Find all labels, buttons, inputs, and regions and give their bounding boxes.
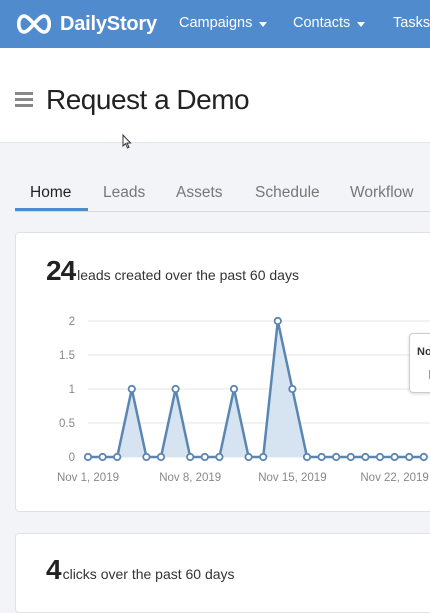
data-point xyxy=(200,452,209,462)
hamburger-menu-icon[interactable] xyxy=(15,92,33,107)
x-tick-label: Nov 1, 2019 xyxy=(57,472,119,484)
tab-leads[interactable]: Leads xyxy=(103,184,145,202)
tab-workflow[interactable]: Workflow xyxy=(350,184,413,202)
chart-tooltip: No xyxy=(409,333,430,393)
data-point xyxy=(244,452,253,462)
data-point xyxy=(405,452,414,462)
page-header: Request a Demo xyxy=(0,48,430,143)
x-tick-label: Nov 8, 2019 xyxy=(159,472,221,484)
y-tick-label: 2 xyxy=(69,316,75,328)
data-point xyxy=(171,384,180,394)
clicks-count: 4 xyxy=(46,554,62,585)
tooltip-title: No xyxy=(417,346,430,358)
clicks-stat: 4 clicks over the past 60 days xyxy=(46,554,235,586)
active-tab-indicator xyxy=(15,208,88,211)
y-tick-label: 1.5 xyxy=(59,350,75,362)
data-point xyxy=(375,452,385,462)
x-tick-label: Nov 22, 2019 xyxy=(360,472,428,484)
tab-home[interactable]: Home xyxy=(30,184,71,202)
data-point xyxy=(98,452,107,462)
data-point xyxy=(259,452,268,462)
data-point xyxy=(273,316,282,326)
chevron-down-icon xyxy=(357,21,366,27)
data-point xyxy=(127,384,136,394)
data-point xyxy=(113,452,122,462)
brand-name: DailyStory xyxy=(60,12,157,35)
y-tick-label: 0.5 xyxy=(59,418,75,430)
nav-contacts-label: Contacts xyxy=(293,15,351,31)
data-point xyxy=(317,452,326,462)
leads-card: 24 leads created over the past 60 days 2… xyxy=(15,232,430,512)
y-tick-label: 1 xyxy=(69,384,75,396)
data-point xyxy=(390,452,399,462)
data-point xyxy=(186,452,195,462)
data-point xyxy=(332,452,341,462)
top-navigation-bar: DailyStory Campaigns Contacts Tasks xyxy=(0,0,430,48)
data-point xyxy=(361,452,370,462)
brand-logo[interactable]: DailyStory xyxy=(14,10,157,38)
data-point xyxy=(142,452,151,462)
data-point xyxy=(288,384,297,394)
nav-contacts[interactable]: Contacts xyxy=(293,15,366,31)
chevron-down-icon xyxy=(259,21,268,27)
nav-campaigns[interactable]: Campaigns xyxy=(179,15,268,31)
nav-tasks-label: Tasks xyxy=(393,15,430,31)
data-point xyxy=(419,452,428,462)
leads-chart: 2 1.5 1 0.5 0 Nov 1, 2019 Nov 8, 2019 Nov 15, 2… xyxy=(57,316,430,484)
data-point xyxy=(346,452,355,462)
nav-tasks[interactable]: Tasks xyxy=(393,15,430,31)
data-point xyxy=(229,384,239,394)
campaign-tabs: Home Leads Assets Schedule Workflow xyxy=(15,172,430,212)
infinity-logo-icon xyxy=(16,14,52,34)
tab-schedule[interactable]: Schedule xyxy=(255,184,320,202)
x-tick-label: Nov 15, 2019 xyxy=(258,472,326,484)
data-point xyxy=(302,452,312,462)
mouse-cursor-icon xyxy=(122,134,132,149)
data-point xyxy=(215,452,224,462)
data-point xyxy=(156,452,166,462)
data-point xyxy=(83,452,93,462)
nav-campaigns-label: Campaigns xyxy=(179,15,253,31)
tab-assets[interactable]: Assets xyxy=(176,184,223,202)
y-tick-label: 0 xyxy=(69,452,75,464)
page-title: Request a Demo xyxy=(46,84,250,115)
clicks-label: clicks over the past 60 days xyxy=(62,566,235,582)
clicks-card: 4 clicks over the past 60 days xyxy=(15,533,430,613)
